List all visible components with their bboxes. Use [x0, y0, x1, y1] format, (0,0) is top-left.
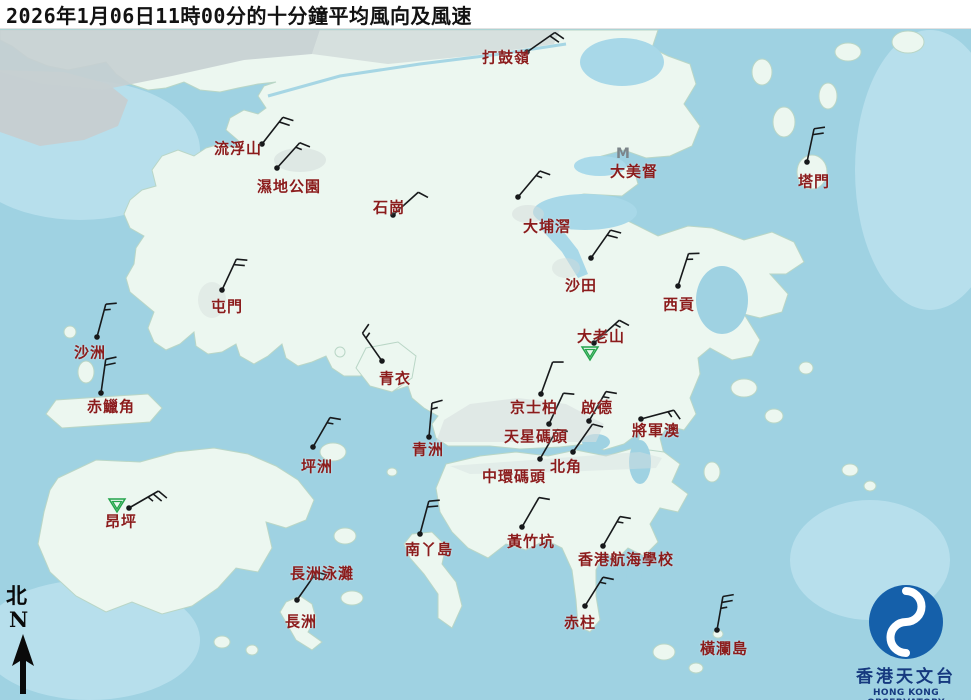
- station-label-29[interactable]: 赤柱: [564, 612, 596, 633]
- station-label-8[interactable]: 沙田: [565, 275, 597, 296]
- station-label-10[interactable]: 西貢: [663, 294, 695, 315]
- station-label-3[interactable]: 濕地公園: [257, 176, 321, 197]
- compass-north-zh: 北: [6, 584, 44, 608]
- compass-north-en: N: [9, 608, 44, 632]
- station-label-26[interactable]: 香港航海學校: [578, 549, 674, 570]
- station-label-22[interactable]: 坪洲: [301, 456, 333, 477]
- station-label-12[interactable]: 大老山: [577, 326, 625, 347]
- station-label-9[interactable]: 屯門: [211, 296, 243, 317]
- station-label-19[interactable]: 青洲: [412, 439, 444, 460]
- hko-logo-icon: [867, 583, 945, 661]
- station-label-15[interactable]: 京士柏: [510, 397, 558, 418]
- hko-logo: 香港天文台 HONG KONG OBSERVATORY: [840, 583, 971, 700]
- station-label-25[interactable]: 黃竹坑: [507, 531, 555, 552]
- title-bar: 2026年1月06日11時00分的十分鐘平均風向及風速: [0, 0, 971, 29]
- station-label-6[interactable]: 塔門: [798, 171, 830, 192]
- station-label-21[interactable]: 中環碼頭: [482, 466, 546, 487]
- station-label-5[interactable]: 大美督: [610, 161, 658, 182]
- map-title: 2026年1月06日11時00分的十分鐘平均風向及風速: [6, 0, 472, 29]
- north-arrow-icon: [10, 634, 36, 696]
- station-label-18[interactable]: 天星碼頭: [504, 426, 568, 447]
- station-label-16[interactable]: 啟德: [581, 397, 613, 418]
- hko-name-en: HONG KONG OBSERVATORY: [840, 688, 971, 700]
- station-label-7[interactable]: 大埔滘: [523, 216, 571, 237]
- station-label-14[interactable]: 赤鱲角: [87, 396, 135, 417]
- station-label-24[interactable]: 南丫島: [405, 539, 453, 560]
- station-label-13[interactable]: 青衣: [379, 368, 411, 389]
- station-label-1[interactable]: 打鼓嶺: [482, 47, 530, 68]
- station-labels: 打鼓嶺流浮山濕地公園石崗 大美督 塔門大埔滘沙田屯門 西貢沙洲 大老山青衣赤鱲角 京士柏 啟…: [0, 0, 971, 700]
- station-label-2[interactable]: 流浮山: [214, 138, 262, 159]
- station-label-20[interactable]: 北角: [550, 456, 582, 477]
- station-label-11[interactable]: 沙洲: [74, 342, 106, 363]
- station-label-27[interactable]: 長洲泳灘: [290, 563, 354, 584]
- compass: 北 N: [4, 584, 44, 696]
- wind-map-page: M 打鼓嶺流浮山濕地公園石崗大美督塔門大埔滘沙田屯門西貢沙洲大老山青衣赤鱲角京士…: [0, 0, 971, 700]
- station-label-17[interactable]: 將軍澳: [632, 420, 680, 441]
- station-label-23[interactable]: 昂坪: [105, 511, 137, 532]
- station-label-30[interactable]: 橫瀾島: [700, 638, 748, 659]
- station-label-28[interactable]: 長洲: [285, 611, 317, 632]
- station-label-4[interactable]: 石崗: [373, 197, 405, 218]
- hko-name-zh: 香港天文台: [840, 662, 971, 687]
